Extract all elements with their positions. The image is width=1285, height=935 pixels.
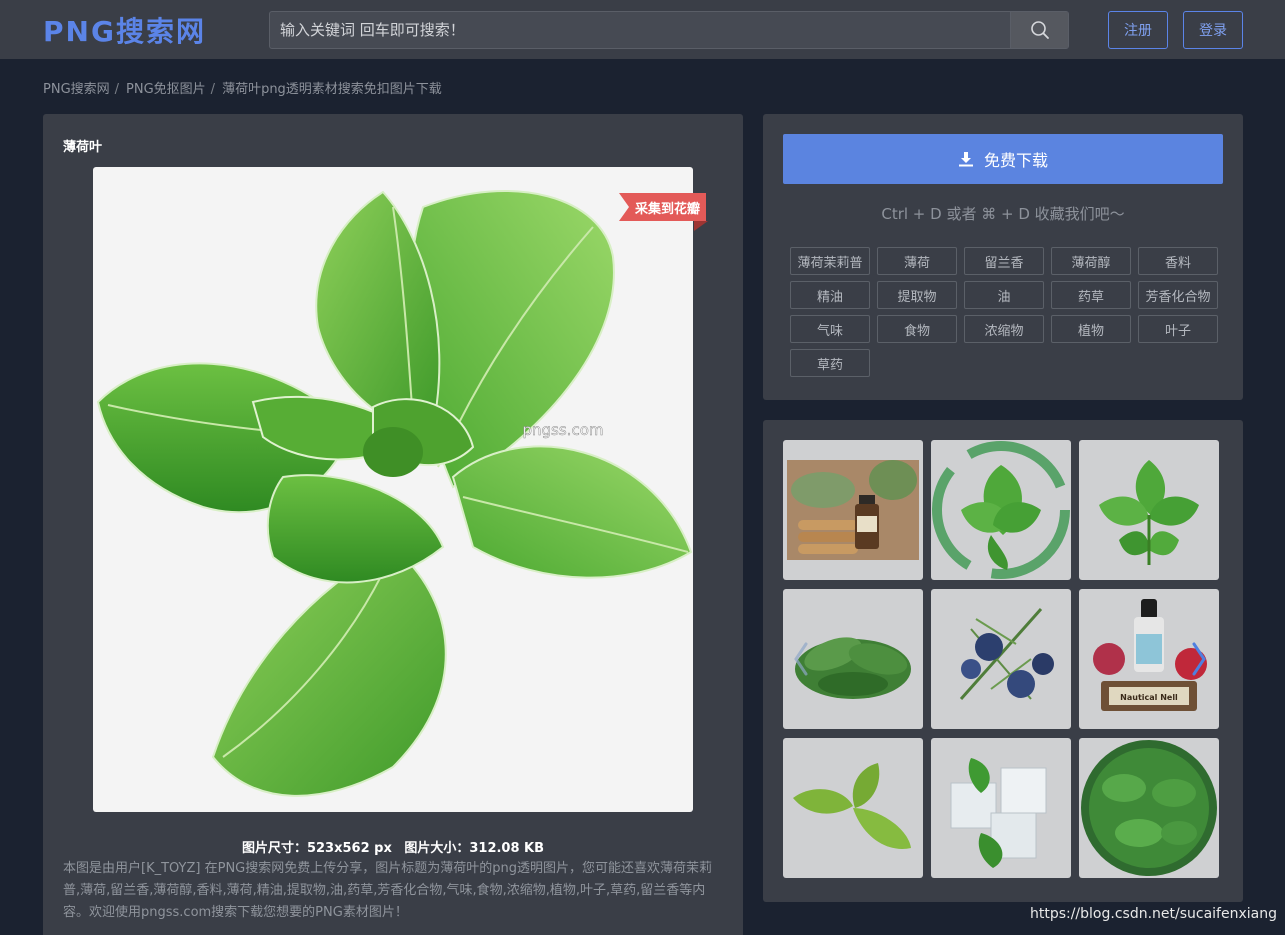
collect-ribbon-button[interactable]: 采集到花瓣	[619, 193, 707, 221]
related-thumb-ice-mint[interactable]	[931, 738, 1071, 878]
image-detail-card: 薄荷叶 pngss.com 采集到花瓣 图片尺寸：523x562 px 图片大小…	[43, 114, 743, 935]
free-download-button[interactable]: 免费下载	[783, 134, 1223, 184]
related-thumb-mint-sprig[interactable]	[1079, 440, 1219, 580]
tag-item[interactable]: 草药	[790, 349, 870, 377]
related-thumb-juniper-berries[interactable]	[931, 589, 1071, 729]
search-icon	[1030, 21, 1049, 39]
thumb-image	[793, 763, 911, 849]
image-filesize: 图片大小：312.08 KB	[404, 841, 545, 856]
tag-item[interactable]: 油	[964, 281, 1044, 309]
thumb-image	[787, 460, 919, 560]
tag-item[interactable]: 薄荷	[877, 247, 957, 275]
download-icon	[958, 152, 973, 167]
thumb-label: Nautical Nell	[1120, 693, 1178, 702]
thumb-image	[950, 758, 1047, 868]
image-watermark: pngss.com	[523, 421, 604, 439]
tag-item[interactable]: 留兰香	[964, 247, 1044, 275]
thumb-image	[1081, 740, 1217, 876]
related-thumb-stevia-leaves[interactable]	[783, 738, 923, 878]
image-meta: 图片尺寸：523x562 px 图片大小：312.08 KB	[43, 837, 743, 856]
related-thumb-recycle-mint[interactable]	[931, 440, 1071, 580]
mint-leaves-illustration: pngss.com	[96, 190, 693, 797]
image-description: 本图是由用户[K_TOYZ] 在PNG搜索网免费上传分享，图片标题为薄荷叶的pn…	[63, 861, 712, 920]
tag-item[interactable]: 芳香化合物	[1138, 281, 1218, 309]
site-logo[interactable]: PNG搜索网	[43, 10, 206, 50]
image-title: 薄荷叶	[63, 140, 103, 155]
breadcrumb-home[interactable]: PNG搜索网	[43, 82, 110, 97]
tag-item[interactable]: 浓缩物	[964, 315, 1044, 343]
chevron-right-icon	[1192, 642, 1206, 676]
carousel-next-button[interactable]	[1191, 642, 1207, 680]
ribbon-tail	[694, 221, 708, 231]
tag-item[interactable]: 薄荷茉莉普	[790, 247, 870, 275]
thumb-image	[1099, 460, 1199, 565]
register-button[interactable]: 注册	[1108, 11, 1168, 49]
login-button[interactable]: 登录	[1183, 11, 1243, 49]
tag-item[interactable]: 提取物	[877, 281, 957, 309]
footer-watermark: https://blog.csdn.net/sucaifenxiang	[1029, 906, 1277, 922]
breadcrumb-separator: /	[210, 82, 216, 97]
tag-item[interactable]: 叶子	[1138, 315, 1218, 343]
search-button[interactable]	[1010, 12, 1068, 48]
tag-item[interactable]: 药草	[1051, 281, 1131, 309]
tag-item[interactable]: 精油	[790, 281, 870, 309]
breadcrumb-category[interactable]: PNG免抠图片	[126, 82, 206, 97]
tag-item[interactable]: 气味	[790, 315, 870, 343]
breadcrumb-separator: /	[114, 82, 120, 97]
bookmark-hint: Ctrl + D 或者 ⌘ + D 收藏我们吧～	[881, 205, 1125, 223]
download-label: 免费下载	[983, 151, 1048, 170]
thumb-image	[932, 441, 1070, 579]
image-dimensions: 图片尺寸：523x562 px	[241, 841, 392, 856]
top-header: PNG搜索网 注册 登录	[0, 0, 1285, 59]
main-image[interactable]: pngss.com	[93, 167, 693, 812]
tag-list: 薄荷茉莉普 薄荷 留兰香 薄荷醇 香料 精油 提取物 油 药草 芳香化合物 气味…	[790, 247, 1230, 377]
carousel-prev-button[interactable]	[793, 642, 809, 680]
tag-item[interactable]: 薄荷醇	[1051, 247, 1131, 275]
related-thumb-mint-circle[interactable]	[1079, 738, 1219, 878]
thumb-image	[959, 608, 1054, 700]
download-card: 免费下载 Ctrl + D 或者 ⌘ + D 收藏我们吧～ 薄荷茉莉普 薄荷 留…	[763, 114, 1243, 400]
chevron-left-icon	[794, 642, 808, 676]
breadcrumb: PNG搜索网 / PNG免抠图片 / 薄荷叶png透明素材搜索免扣图片下载	[43, 78, 442, 97]
tag-item[interactable]: 食物	[877, 315, 957, 343]
search-input[interactable]	[270, 12, 1010, 48]
tag-item[interactable]: 植物	[1051, 315, 1131, 343]
breadcrumb-current: 薄荷叶png透明素材搜索免扣图片下载	[222, 82, 442, 97]
search-box	[269, 11, 1069, 49]
tag-item[interactable]: 香料	[1138, 247, 1218, 275]
related-images-card: Nautical Nell	[763, 420, 1243, 902]
related-thumb-essential-oil[interactable]	[783, 440, 923, 580]
